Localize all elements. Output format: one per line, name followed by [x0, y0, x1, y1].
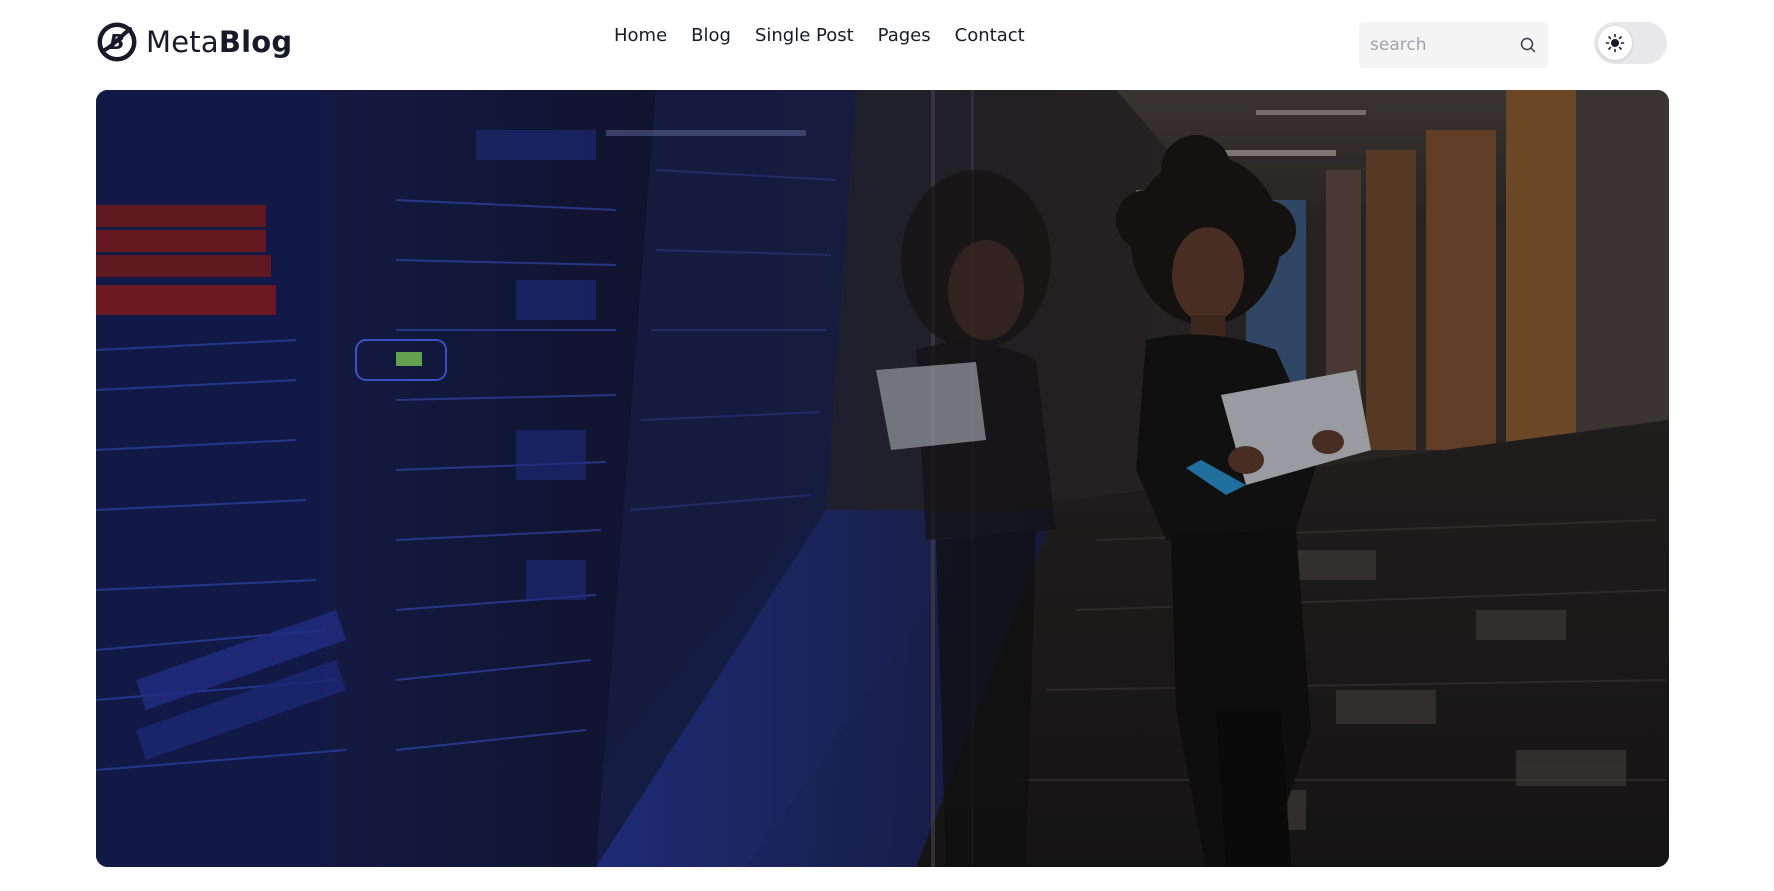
logo-text-meta: Meta	[146, 24, 219, 59]
svg-text:B: B	[109, 30, 124, 54]
nav-item-blog[interactable]: Blog	[691, 24, 731, 48]
nav-item-home[interactable]: Home	[614, 24, 667, 48]
nav-item-contact[interactable]: Contact	[955, 24, 1025, 48]
main-nav: Home Blog Single Post Pages Contact	[614, 24, 1025, 48]
logo-wordmark: MetaBlog	[146, 24, 293, 59]
theme-toggle[interactable]	[1594, 22, 1667, 64]
nav-item-single-post[interactable]: Single Post	[755, 24, 854, 48]
page: B MetaBlog Home Blog Single Post Pages C…	[0, 0, 1774, 891]
search-input[interactable]	[1368, 34, 1519, 56]
sun-icon	[1605, 33, 1625, 53]
nav-item-pages[interactable]: Pages	[878, 24, 931, 48]
search-box	[1359, 22, 1548, 68]
logo-text-blog: Blog	[218, 24, 293, 59]
search-icon[interactable]	[1519, 36, 1537, 54]
hero-image[interactable]	[96, 90, 1669, 867]
logo-icon: B	[97, 22, 137, 62]
hero-photo	[96, 90, 1669, 867]
site-logo[interactable]: B MetaBlog	[96, 20, 292, 64]
toggle-knob	[1598, 26, 1632, 60]
